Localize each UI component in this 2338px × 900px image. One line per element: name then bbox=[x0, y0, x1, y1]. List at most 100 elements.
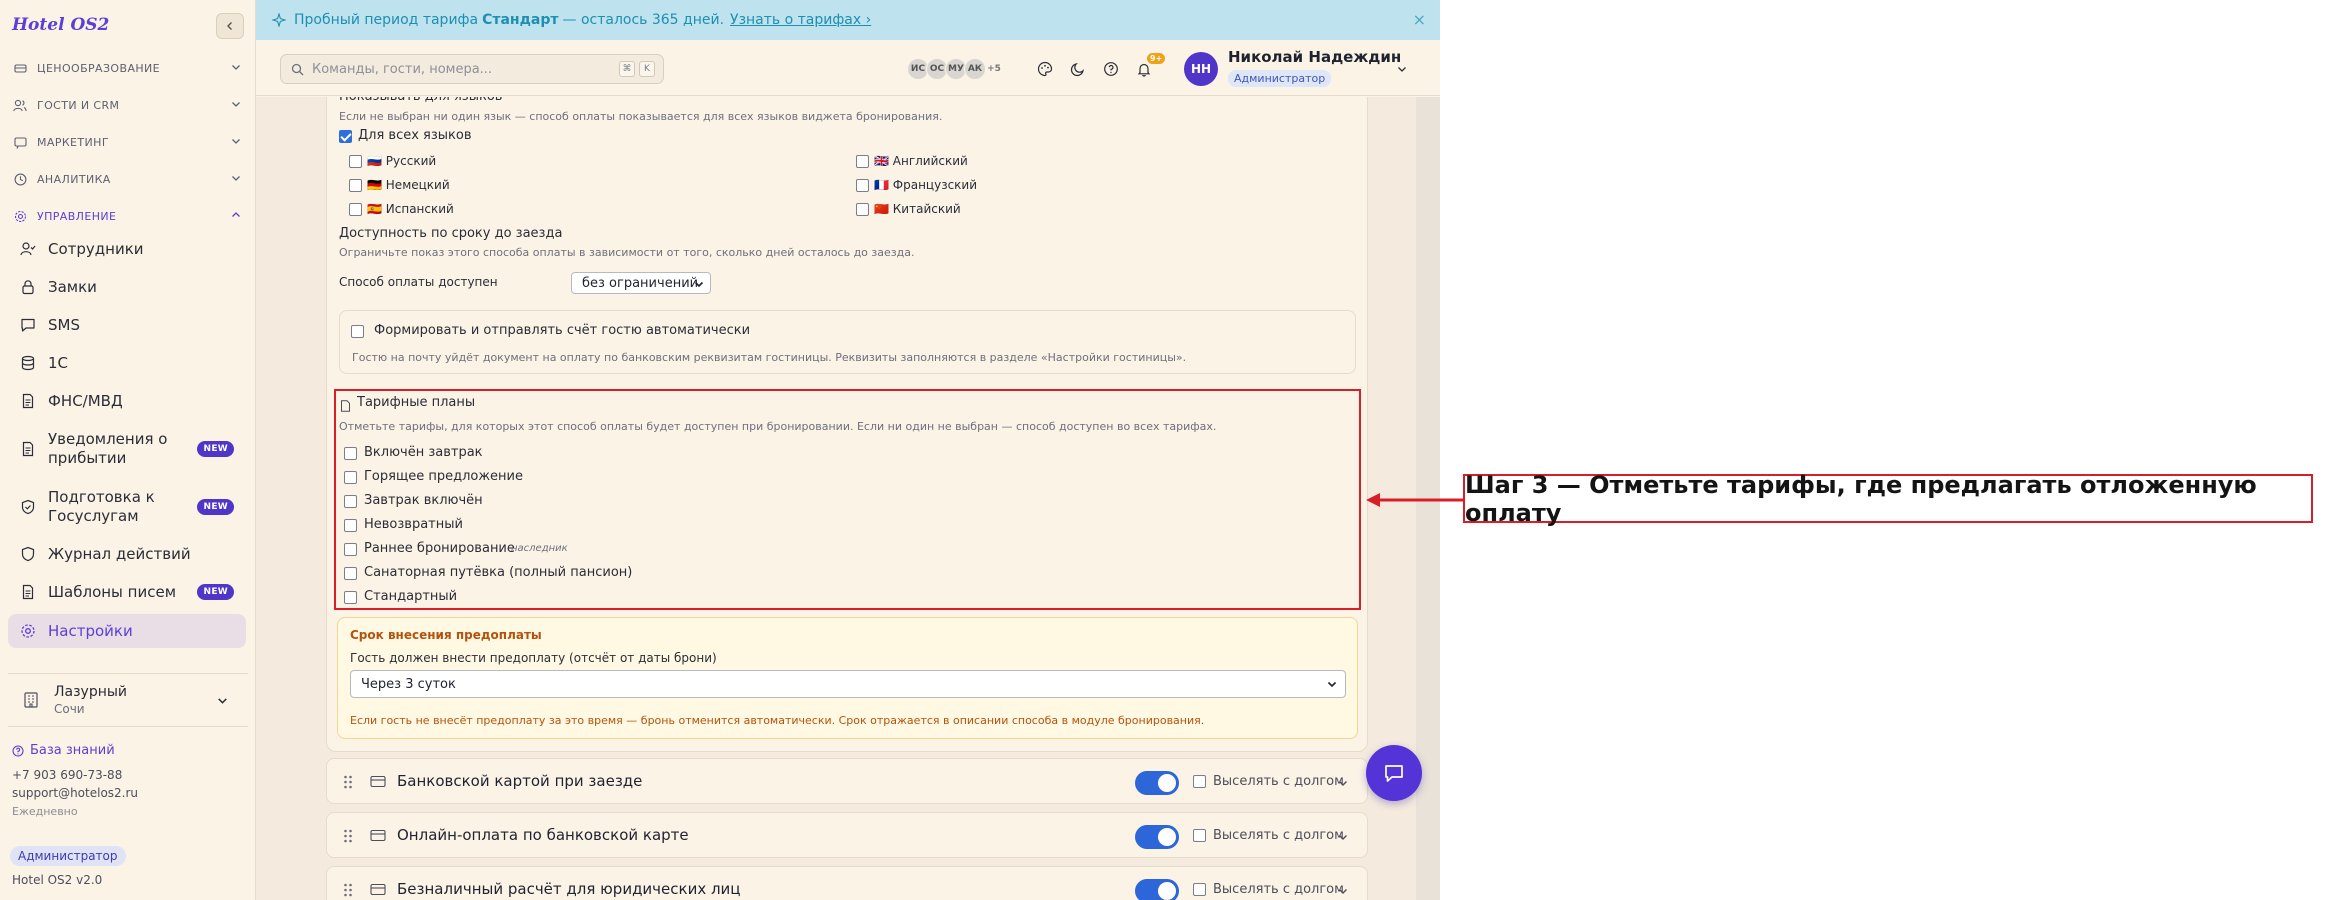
pricing-link[interactable]: Узнать о тарифах › bbox=[730, 12, 871, 28]
notification-count: 9+ bbox=[1147, 53, 1166, 64]
drag-handle-icon[interactable] bbox=[343, 774, 353, 790]
chevron-down-icon bbox=[232, 65, 240, 70]
hotel-info: Лазурный Сочи bbox=[54, 684, 127, 716]
support-phone[interactable]: +7 903 690-73-88 bbox=[12, 768, 122, 782]
sidebar-item-email-templates[interactable]: Шаблоны писем NEW bbox=[8, 579, 246, 605]
message-icon bbox=[20, 317, 36, 333]
deadline-title: Срок внесения предоплаты bbox=[350, 628, 542, 642]
lang-checkbox-fr[interactable] bbox=[856, 179, 869, 192]
palette-button[interactable] bbox=[1032, 56, 1058, 82]
sidebar-item-fns-mvd[interactable]: ФНС/МВД bbox=[8, 388, 246, 414]
all-languages-label: Для всех языков bbox=[358, 128, 472, 143]
support-hours: Ежедневно bbox=[12, 805, 78, 818]
help-button[interactable] bbox=[1098, 56, 1124, 82]
sidebar-item-gosuslugi[interactable]: Подготовка к Госуслугам NEW bbox=[8, 486, 246, 528]
users-icon bbox=[12, 97, 28, 113]
payment-method-toggle[interactable] bbox=[1135, 825, 1179, 849]
chevron-down-icon[interactable] bbox=[1396, 63, 1408, 75]
lang-checkbox-en[interactable] bbox=[856, 155, 869, 168]
document-icon bbox=[20, 441, 36, 457]
banner-close-button[interactable]: × bbox=[1413, 10, 1426, 29]
nav-group-guests-crm[interactable]: ГОСТИ И CRM bbox=[8, 91, 248, 119]
lang-checkbox-de[interactable] bbox=[349, 179, 362, 192]
deadline-value: Через 3 суток bbox=[361, 676, 456, 692]
all-languages-checkbox[interactable] bbox=[339, 130, 352, 143]
annotation-arrow-icon bbox=[1366, 493, 1466, 507]
chevron-down-icon bbox=[694, 281, 704, 288]
chevron-down-icon bbox=[1327, 681, 1337, 688]
sidebar-item-1c[interactable]: 1С bbox=[8, 350, 246, 376]
payment-method-row[interactable]: Безналичный расчёт для юридических лиц В… bbox=[326, 866, 1368, 900]
checkout-with-debt-checkbox[interactable] bbox=[1193, 829, 1206, 842]
sidebar-collapse-button[interactable] bbox=[216, 13, 244, 39]
sidebar-item-staff[interactable]: Сотрудники bbox=[8, 236, 246, 262]
payment-method-toggle[interactable] bbox=[1135, 879, 1179, 900]
deadline-label: Гость должен внести предоплату (отсчёт о… bbox=[350, 651, 717, 665]
lang-checkbox-ru[interactable] bbox=[349, 155, 362, 168]
app-window: Hotel OS2 ЦЕНООБРАЗОВАНИЕ ГОСТИ И CRM МА… bbox=[0, 0, 1440, 900]
app-logo[interactable]: Hotel OS2 bbox=[12, 15, 109, 35]
payment-method-label: Безналичный расчёт для юридических лиц bbox=[397, 880, 741, 898]
app-version: Hotel OS2 v2.0 bbox=[12, 873, 103, 887]
banner-suffix: — осталось 365 дней. bbox=[562, 12, 725, 28]
lock-icon bbox=[20, 279, 36, 295]
availability-select[interactable]: без ограничений bbox=[571, 272, 711, 294]
sidebar-item-settings[interactable]: Настройки bbox=[8, 614, 246, 648]
online-users[interactable]: ИС ОС МУ АК +5 bbox=[907, 58, 1005, 80]
payment-method-label: Онлайн-оплата по банковской карте bbox=[397, 826, 689, 844]
payment-method-label: Банковской картой при заезде bbox=[397, 772, 643, 790]
payment-method-toggle[interactable] bbox=[1135, 771, 1179, 795]
notifications-button[interactable]: 9+ bbox=[1131, 53, 1166, 82]
checkout-with-debt-checkbox[interactable] bbox=[1193, 883, 1206, 896]
sidebar-item-label: Журнал действий bbox=[48, 544, 191, 563]
user-name[interactable]: Николай Надеждин bbox=[1228, 48, 1401, 66]
command-search-input[interactable]: Команды, гости, номера... ⌘ K bbox=[280, 54, 664, 84]
chevron-down-icon[interactable] bbox=[1337, 885, 1349, 897]
user-avatar[interactable]: НН bbox=[1184, 52, 1218, 86]
knowledge-base-label: База знаний bbox=[30, 743, 115, 758]
sidebar-item-action-log[interactable]: Журнал действий bbox=[8, 541, 246, 567]
nav-group-analytics[interactable]: АНАЛИТИКА bbox=[8, 165, 248, 193]
checkout-with-debt-checkbox[interactable] bbox=[1193, 775, 1206, 788]
sidebar-item-sms[interactable]: SMS bbox=[8, 312, 246, 338]
payment-method-row[interactable]: Онлайн-оплата по банковской карте Выселя… bbox=[326, 812, 1368, 858]
chevron-down-icon[interactable] bbox=[1337, 831, 1349, 843]
auto-invoice-hint: Гостю на почту уйдёт документ на оплату … bbox=[352, 351, 1187, 364]
chat-fab-button[interactable] bbox=[1366, 745, 1422, 801]
theme-toggle-button[interactable] bbox=[1065, 56, 1091, 82]
lang-checkbox-es[interactable] bbox=[349, 203, 362, 216]
lang-checkbox-zh[interactable] bbox=[856, 203, 869, 216]
nav-group-marketing[interactable]: МАРКЕТИНГ bbox=[8, 128, 248, 156]
payment-method-row[interactable]: Банковской картой при заезде Выселять с … bbox=[326, 758, 1368, 804]
lang-label-de: 🇩🇪 Немецкий bbox=[367, 178, 450, 192]
deadline-select[interactable]: Через 3 суток bbox=[350, 670, 1346, 698]
role-chip: Администратор bbox=[10, 846, 126, 866]
availability-value: без ограничений bbox=[582, 275, 699, 291]
nav-group-pricing[interactable]: ЦЕНООБРАЗОВАНИЕ bbox=[8, 54, 248, 82]
knowledge-base-link[interactable]: База знаний bbox=[12, 743, 115, 758]
nav-group-management[interactable]: УПРАВЛЕНИЕ bbox=[8, 202, 248, 230]
drag-handle-icon[interactable] bbox=[343, 828, 353, 844]
hotel-city: Сочи bbox=[54, 702, 85, 716]
auto-invoice-checkbox[interactable] bbox=[351, 325, 364, 338]
lang-name: Немецкий bbox=[385, 178, 450, 192]
drag-handle-icon[interactable] bbox=[343, 882, 353, 898]
checkout-with-debt-label: Выселять с долгом bbox=[1213, 774, 1344, 789]
annotation-text: Шаг 3 — Отметьте тарифы, где предлагать … bbox=[1465, 470, 2257, 527]
languages-title: Показывать для языков bbox=[339, 97, 502, 106]
document-icon bbox=[20, 584, 36, 600]
sidebar-item-label: Сотрудники bbox=[48, 239, 144, 258]
new-badge: NEW bbox=[197, 584, 234, 600]
chevron-down-icon[interactable] bbox=[1337, 777, 1349, 789]
hotel-switcher[interactable]: Лазурный Сочи bbox=[8, 673, 248, 727]
lang-label-en: 🇬🇧 Английский bbox=[874, 154, 968, 168]
availability-title: Доступность по сроку до заезда bbox=[339, 226, 563, 241]
new-badge: NEW bbox=[197, 441, 234, 457]
lang-name: Французский bbox=[892, 178, 978, 192]
sidebar-item-arrival-notifications[interactable]: Уведомления о прибытии NEW bbox=[8, 428, 246, 470]
more-users-count: +5 bbox=[987, 64, 1001, 74]
flag-es-icon: 🇪🇸 bbox=[367, 202, 382, 216]
sidebar-item-locks[interactable]: Замки bbox=[8, 274, 246, 300]
palette-icon bbox=[1037, 61, 1053, 77]
support-email[interactable]: support@hotelos2.ru bbox=[12, 786, 138, 800]
